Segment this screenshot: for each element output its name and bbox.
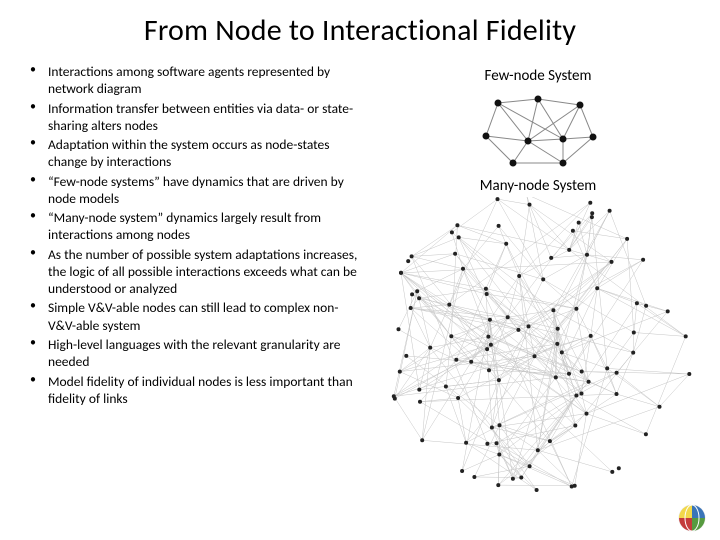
globe-logo-icon (678, 504, 706, 532)
few-node-diagram (468, 91, 608, 171)
bullet-column: Interactions among software agents repre… (24, 63, 374, 507)
content-row: Interactions among software agents repre… (0, 63, 720, 507)
list-item: High-level languages with the relevant g… (24, 336, 366, 371)
list-item: “Many-node system” dynamics largely resu… (24, 209, 366, 244)
list-item: Adaptation within the system occurs as n… (24, 136, 366, 171)
few-node-label: Few-node System (374, 67, 702, 85)
list-item: As the number of possible system adaptat… (24, 246, 366, 298)
graphic-column: Few-node System (374, 63, 702, 507)
list-item: Simple V&V-able nodes can still lead to … (24, 299, 366, 334)
list-item: Interactions among software agents repre… (24, 63, 366, 98)
slide-title: From Node to Interactional Fidelity (0, 0, 720, 63)
many-node-diagram (378, 197, 698, 507)
list-item: Information transfer between entities vi… (24, 100, 366, 135)
many-node-label: Many-node System (374, 177, 702, 195)
bullet-list: Interactions among software agents repre… (24, 63, 366, 407)
list-item: “Few-node systems” have dynamics that ar… (24, 173, 366, 208)
list-item: Model fidelity of individual nodes is le… (24, 373, 366, 408)
